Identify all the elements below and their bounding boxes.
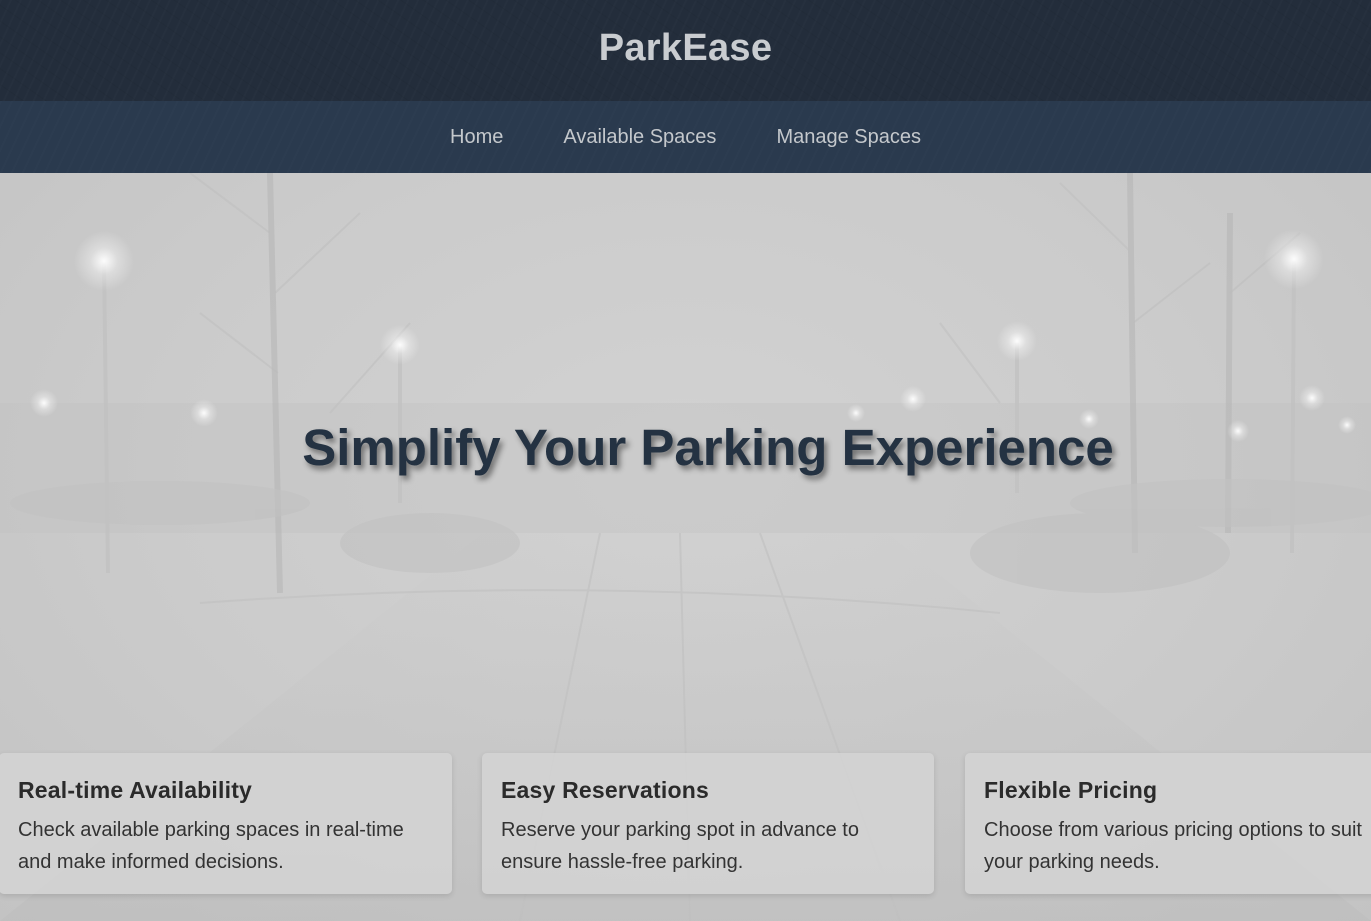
feature-card-text: Check available parking spaces in real-t…	[18, 819, 404, 873]
feature-card-title: Real-time Availability	[18, 777, 253, 803]
feature-card-text: Reserve your parking spot in advance to …	[501, 819, 859, 873]
feature-card-title: Flexible Pricing	[984, 777, 1158, 803]
main-nav: Home Available Spaces Manage Spaces	[0, 101, 1371, 173]
feature-card-text: Choose from various pricing options to s…	[984, 819, 1362, 873]
feature-card-title: Easy Reservations	[501, 777, 709, 803]
hero-headline: Simplify Your Parking Experience	[302, 419, 1114, 476]
feature-card-realtime-availability: Real-time Availability Check available p…	[0, 753, 452, 894]
site-header: ParkEase	[0, 0, 1371, 101]
features-row: Real-time Availability Check available p…	[0, 753, 1371, 894]
feature-card-easy-reservations: Easy Reservations Reserve your parking s…	[482, 753, 934, 894]
site-title: ParkEase	[598, 27, 773, 69]
nav-link-available-spaces[interactable]: Available Spaces	[533, 101, 746, 173]
feature-card-flexible-pricing: Flexible Pricing Choose from various pri…	[965, 753, 1371, 894]
nav-link-manage-spaces[interactable]: Manage Spaces	[746, 101, 951, 173]
nav-link-home[interactable]: Home	[420, 101, 533, 173]
page: ParkEase Home Available Spaces Manage Sp…	[0, 0, 1371, 921]
